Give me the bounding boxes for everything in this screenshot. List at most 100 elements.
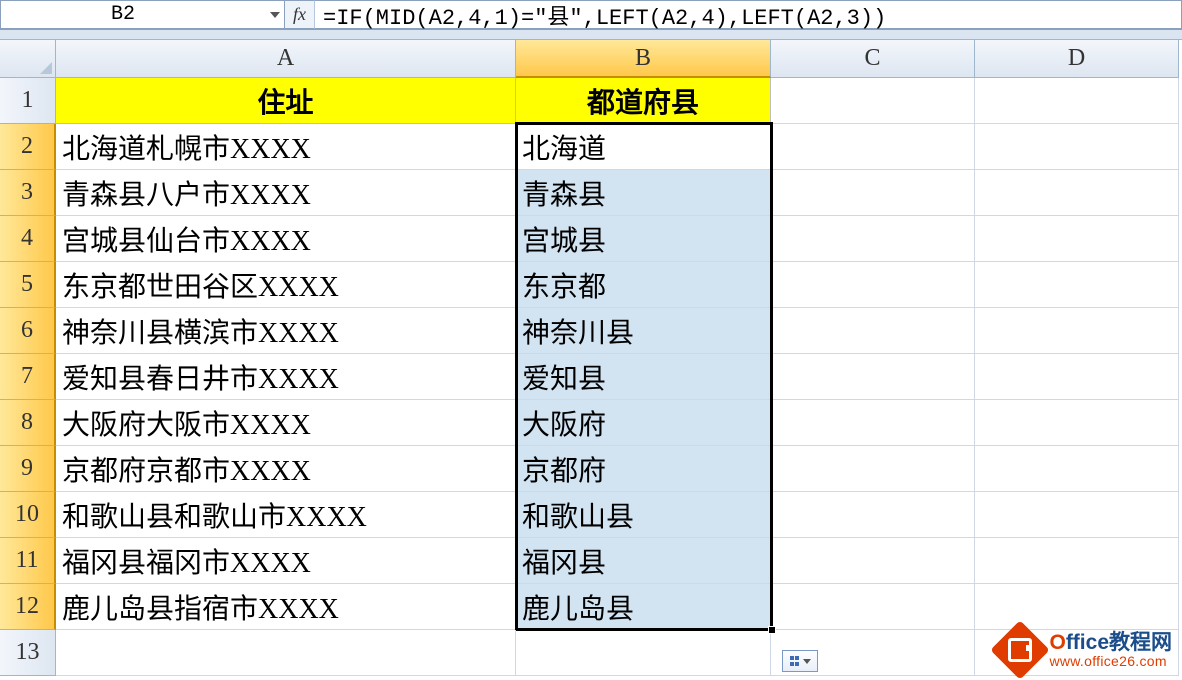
formula-bar: B2 fx =IF(MID(A2,4,1)="县",LEFT(A2,4),LEF… [0, 0, 1182, 30]
table-row: 9 京都府京都市XXXX 京都府 [0, 446, 1182, 492]
row-header-11[interactable]: 11 [0, 538, 56, 584]
cell-B6[interactable]: 神奈川县 [516, 308, 771, 354]
cell-C8[interactable] [771, 400, 975, 446]
row-header-12[interactable]: 12 [0, 584, 56, 630]
select-all-corner[interactable] [0, 40, 56, 78]
cell-A13[interactable] [56, 630, 516, 676]
cell-A7[interactable]: 爱知县春日井市XXXX [56, 354, 516, 400]
table-row: 12 鹿儿岛县指宿市XXXX 鹿儿岛县 [0, 584, 1182, 630]
cell-B11[interactable]: 福冈县 [516, 538, 771, 584]
cell-B7[interactable]: 爱知县 [516, 354, 771, 400]
cell-D7[interactable] [975, 354, 1179, 400]
cell-A12[interactable]: 鹿儿岛县指宿市XXXX [56, 584, 516, 630]
cell-C5[interactable] [771, 262, 975, 308]
cell-B8[interactable]: 大阪府 [516, 400, 771, 446]
formula-text: =IF(MID(A2,4,1)="县",LEFT(A2,4),LEFT(A2,3… [323, 0, 886, 31]
cell-A2[interactable]: 北海道札幌市XXXX [56, 124, 516, 170]
cell-B12[interactable]: 鹿儿岛县 [516, 584, 771, 630]
cell-A3[interactable]: 青森县八户市XXXX [56, 170, 516, 216]
formula-bar-buttons: fx [285, 0, 315, 29]
row-header-8[interactable]: 8 [0, 400, 56, 446]
cell-D6[interactable] [975, 308, 1179, 354]
cell-D3[interactable] [975, 170, 1179, 216]
cell-D1[interactable] [975, 78, 1179, 124]
name-box-value: B2 [111, 3, 135, 26]
cell-B2[interactable]: 北海道 [516, 124, 771, 170]
table-row: 5 东京都世田谷区XXXX 东京都 [0, 262, 1182, 308]
chevron-down-icon [803, 659, 811, 664]
cell-A6[interactable]: 神奈川县横滨市XXXX [56, 308, 516, 354]
cell-D2[interactable] [975, 124, 1179, 170]
table-row: 6 神奈川县横滨市XXXX 神奈川县 [0, 308, 1182, 354]
cell-C10[interactable] [771, 492, 975, 538]
table-row: 8 大阪府大阪市XXXX 大阪府 [0, 400, 1182, 446]
cell-D8[interactable] [975, 400, 1179, 446]
chevron-down-icon[interactable] [270, 12, 280, 18]
table-row: 1 住址 都道府县 [0, 78, 1182, 124]
cell-D10[interactable] [975, 492, 1179, 538]
row-header-7[interactable]: 7 [0, 354, 56, 400]
spacer [0, 30, 1182, 40]
cell-A5[interactable]: 东京都世田谷区XXXX [56, 262, 516, 308]
table-row: 2 北海道札幌市XXXX 北海道 [0, 124, 1182, 170]
row-header-2[interactable]: 2 [0, 124, 56, 170]
cell-B9[interactable]: 京都府 [516, 446, 771, 492]
column-header-row: A B C D [0, 40, 1182, 78]
row-header-3[interactable]: 3 [0, 170, 56, 216]
table-row: 10 和歌山县和歌山市XXXX 和歌山县 [0, 492, 1182, 538]
cell-B13[interactable] [516, 630, 771, 676]
cell-A9[interactable]: 京都府京都市XXXX [56, 446, 516, 492]
cell-D4[interactable] [975, 216, 1179, 262]
col-header-B[interactable]: B [516, 40, 771, 78]
cell-B10[interactable]: 和歌山县 [516, 492, 771, 538]
selection-border-bottom [516, 628, 773, 631]
row-header-10[interactable]: 10 [0, 492, 56, 538]
cell-C7[interactable] [771, 354, 975, 400]
cell-D5[interactable] [975, 262, 1179, 308]
row-header-5[interactable]: 5 [0, 262, 56, 308]
table-row: 7 爱知县春日井市XXXX 爱知县 [0, 354, 1182, 400]
cell-A4[interactable]: 宫城县仙台市XXXX [56, 216, 516, 262]
table-row: 3 青森县八户市XXXX 青森县 [0, 170, 1182, 216]
cell-C1[interactable] [771, 78, 975, 124]
name-box[interactable]: B2 [0, 0, 285, 29]
cell-A1[interactable]: 住址 [56, 78, 516, 124]
autofill-options-button[interactable] [782, 650, 818, 672]
cell-A10[interactable]: 和歌山县和歌山市XXXX [56, 492, 516, 538]
row-header-6[interactable]: 6 [0, 308, 56, 354]
selection-border-top [516, 122, 773, 125]
row-header-9[interactable]: 9 [0, 446, 56, 492]
selection-border-left [515, 122, 518, 630]
row-header-4[interactable]: 4 [0, 216, 56, 262]
cell-C12[interactable] [771, 584, 975, 630]
row-header-1[interactable]: 1 [0, 78, 56, 124]
watermark-title: Office教程网 [1049, 632, 1172, 654]
cell-D11[interactable] [975, 538, 1179, 584]
col-header-A[interactable]: A [56, 40, 516, 78]
watermark-url: www.office26.com [1049, 654, 1172, 669]
cell-C11[interactable] [771, 538, 975, 584]
autofill-icon [789, 655, 801, 667]
cell-D9[interactable] [975, 446, 1179, 492]
col-header-C[interactable]: C [771, 40, 975, 78]
watermark: Office教程网 www.office26.com [999, 629, 1172, 671]
cell-C2[interactable] [771, 124, 975, 170]
office-logo-icon [991, 620, 1050, 679]
cell-C9[interactable] [771, 446, 975, 492]
cell-B3[interactable]: 青森县 [516, 170, 771, 216]
cell-B4[interactable]: 宫城县 [516, 216, 771, 262]
cell-C4[interactable] [771, 216, 975, 262]
row-header-13[interactable]: 13 [0, 630, 56, 676]
fill-handle[interactable] [768, 626, 776, 634]
cell-C6[interactable] [771, 308, 975, 354]
cell-A8[interactable]: 大阪府大阪市XXXX [56, 400, 516, 446]
col-header-D[interactable]: D [975, 40, 1179, 78]
cell-B5[interactable]: 东京都 [516, 262, 771, 308]
formula-input[interactable]: =IF(MID(A2,4,1)="县",LEFT(A2,4),LEFT(A2,3… [315, 0, 1182, 29]
selection-border-right [770, 122, 773, 630]
cell-A11[interactable]: 福冈县福冈市XXXX [56, 538, 516, 584]
cell-C3[interactable] [771, 170, 975, 216]
cell-B1[interactable]: 都道府县 [516, 78, 771, 124]
fx-button[interactable]: fx [293, 4, 306, 25]
cell-D12[interactable] [975, 584, 1179, 630]
